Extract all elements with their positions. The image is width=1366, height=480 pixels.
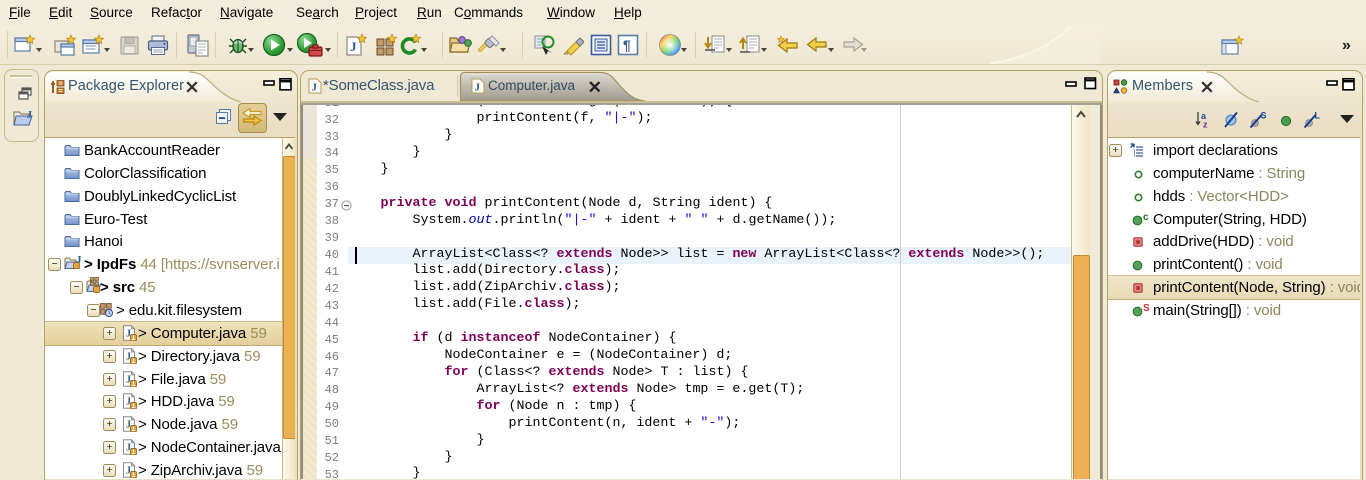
svg-text:J: J [312,82,318,94]
svg-text:J: J [27,110,32,121]
svg-text:J: J [475,82,481,94]
svg-text:¶: ¶ [623,37,631,53]
svg-text:z: z [1203,120,1208,130]
svg-text:J: J [350,39,357,54]
